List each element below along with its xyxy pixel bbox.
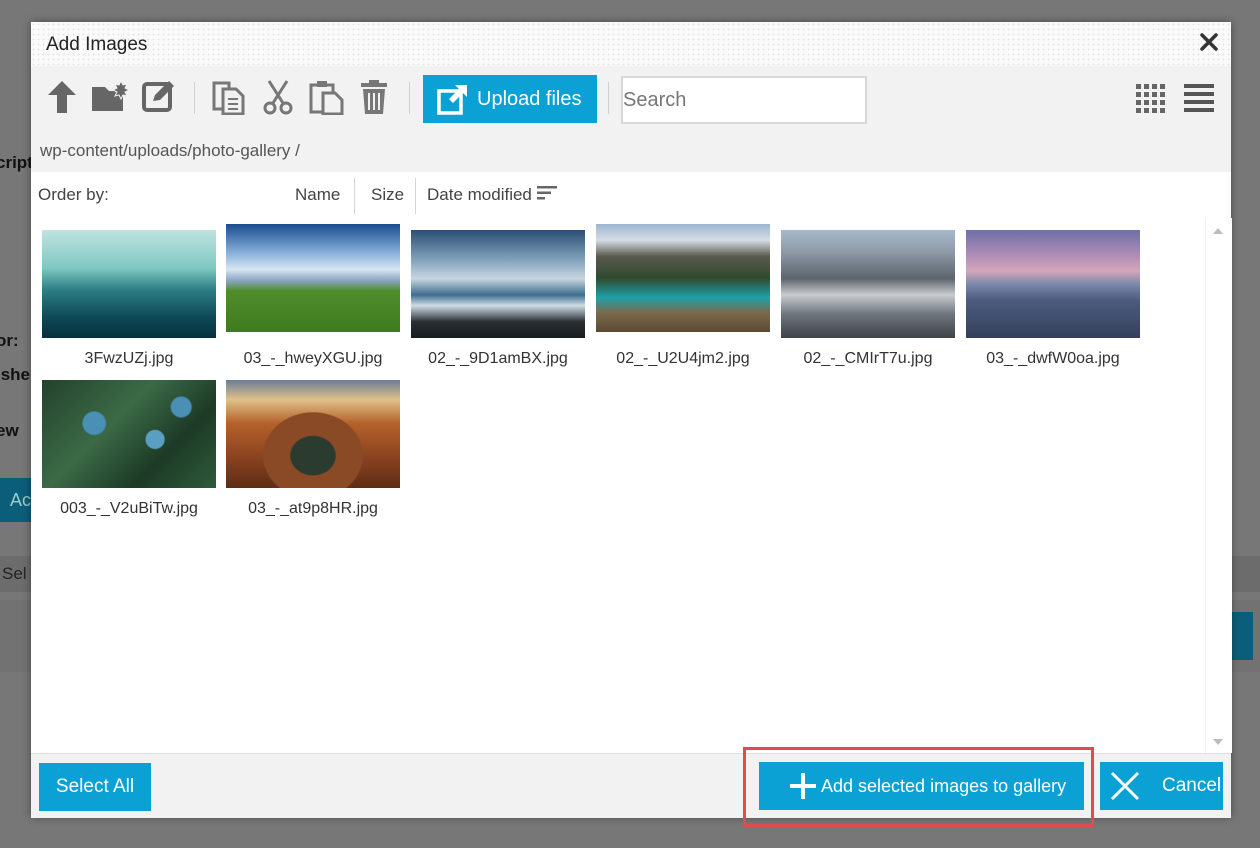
cut-icon [263, 80, 293, 115]
close-icon [1200, 33, 1218, 51]
image-item[interactable]: 03_-_hweyXGU.jpg [226, 224, 400, 368]
new-folder-button[interactable] [91, 79, 131, 113]
order-bar: Order by: Name Size Date modified [31, 172, 1231, 219]
paste-icon [309, 81, 344, 116]
close-button[interactable] [1197, 30, 1221, 54]
bg-label: ishe [0, 365, 31, 384]
new-folder-icon [92, 79, 131, 111]
grid-view-icon [1136, 84, 1165, 113]
cancel-button[interactable]: Cancel [1100, 762, 1223, 810]
copy-button[interactable] [211, 79, 245, 116]
image-filename: 03_-_at9p8HR.jpg [248, 500, 378, 517]
upload-files-button[interactable]: Upload files [423, 75, 597, 123]
add-selected-to-gallery-button[interactable]: Add selected images to gallery [759, 762, 1084, 810]
edit-icon [142, 81, 174, 112]
search-input[interactable] [621, 76, 867, 124]
sort-by-name[interactable]: Name [295, 185, 340, 205]
bg-button [1231, 612, 1253, 660]
sort-by-date-modified[interactable]: Date modified [427, 185, 557, 205]
image-item[interactable]: 02_-_CMIrT7u.jpg [781, 230, 955, 368]
list-view-button[interactable] [1183, 83, 1215, 115]
sort-descending-icon [536, 186, 557, 200]
upload-files-label: Upload files [477, 87, 582, 110]
grid-view-button[interactable] [1135, 83, 1167, 115]
copy-icon [212, 81, 245, 116]
image-thumbnail [781, 230, 955, 338]
image-item[interactable]: 3FwzUZj.jpg [42, 230, 216, 368]
trash-icon [361, 80, 387, 114]
order-by-label: Order by: [38, 185, 109, 204]
sort-by-size[interactable]: Size [371, 185, 404, 205]
add-selected-label: Add selected images to gallery [821, 775, 1067, 796]
image-filename: 02_-_9D1amBX.jpg [428, 350, 568, 367]
image-thumbnail [226, 224, 400, 332]
add-images-dialog: Add Images Upload files Search wp-conten… [31, 22, 1232, 818]
image-item[interactable]: 03_-_dwfW0oa.jpg [966, 230, 1140, 368]
dialog-titlebar: Add Images [31, 22, 1231, 67]
image-filename: 03_-_hweyXGU.jpg [243, 350, 383, 367]
image-thumbnail [411, 230, 585, 338]
image-item[interactable]: 003_-_V2uBiTw.jpg [42, 380, 216, 518]
scroll-up-arrow[interactable] [1213, 228, 1223, 234]
vertical-scrollbar[interactable] [1205, 218, 1232, 753]
image-filename: 003_-_V2uBiTw.jpg [60, 500, 198, 517]
breadcrumb: wp-content/uploads/photo-gallery / [31, 126, 1231, 173]
toolbar: Upload files [31, 66, 1231, 127]
list-view-icon [1184, 84, 1214, 112]
dialog-title: Add Images [46, 34, 148, 55]
go-up-button[interactable] [45, 79, 79, 113]
scroll-down-arrow[interactable] [1213, 739, 1223, 745]
image-thumbnail [226, 380, 400, 488]
bg-label: ew [0, 421, 19, 440]
image-item[interactable]: 02_-_9D1amBX.jpg [411, 230, 585, 368]
breadcrumb-path[interactable]: wp-content/uploads/photo-gallery / [40, 141, 300, 161]
image-thumbnail [966, 230, 1140, 338]
image-filename: 02_-_CMIrT7u.jpg [803, 350, 933, 367]
image-grid: 3FwzUZj.jpg 03_-_hweyXGU.jpg 02_-_9D1amB… [31, 218, 1205, 753]
bg-label: cript [0, 153, 33, 172]
image-thumbnail [42, 380, 216, 488]
cut-button[interactable] [261, 79, 295, 115]
image-filename: 3FwzUZj.jpg [84, 350, 174, 367]
image-item[interactable]: 02_-_U2U4jm2.jpg [596, 224, 770, 368]
image-thumbnail [596, 224, 770, 332]
arrow-up-icon [48, 81, 76, 113]
bg-label: or: [0, 331, 19, 350]
image-filename: 02_-_U2U4jm2.jpg [616, 350, 750, 367]
upload-icon [437, 85, 467, 115]
cancel-label: Cancel [1162, 775, 1222, 796]
image-filename: 03_-_dwfW0oa.jpg [986, 350, 1120, 367]
image-thumbnail [42, 230, 216, 338]
bg-button: Ac [0, 478, 31, 522]
rename-button[interactable] [141, 79, 175, 113]
paste-button[interactable] [309, 79, 344, 116]
select-all-button[interactable]: Select All [39, 763, 151, 811]
delete-button[interactable] [359, 79, 393, 114]
close-icon [1110, 771, 1140, 801]
plus-icon [790, 773, 816, 799]
dialog-footer: Select All Add selected images to galler… [31, 753, 1231, 818]
image-item[interactable]: 03_-_at9p8HR.jpg [226, 380, 400, 518]
